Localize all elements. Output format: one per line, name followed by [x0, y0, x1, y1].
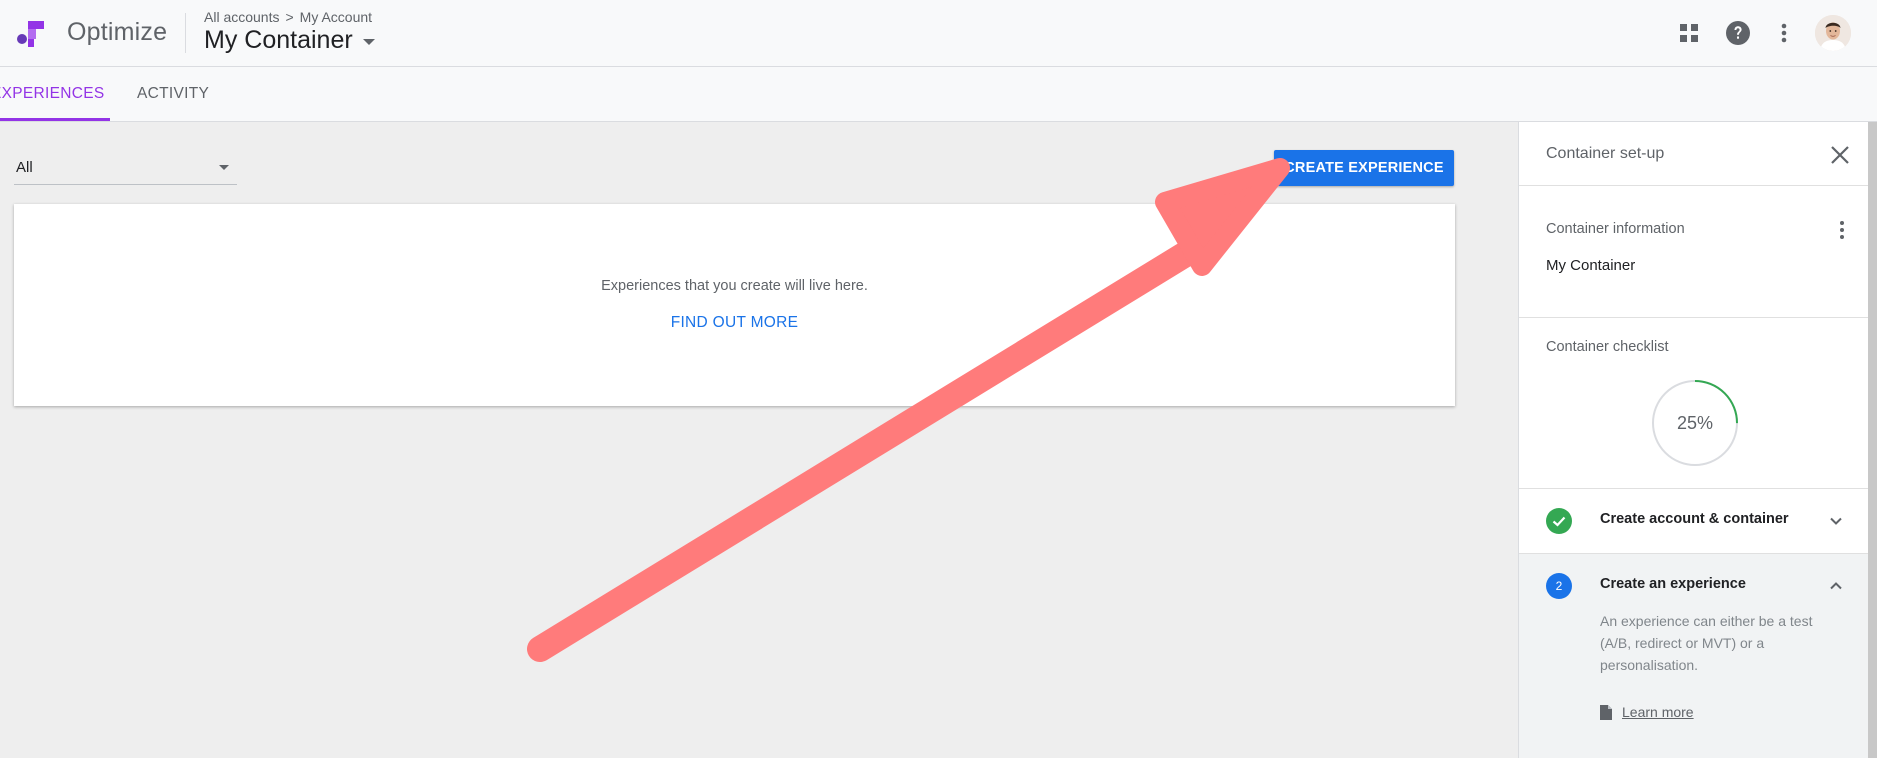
experience-filter-select[interactable]: All — [14, 152, 237, 185]
container-setup-panel: Container set-up Container information M… — [1518, 122, 1868, 758]
panel-title: Container set-up — [1546, 145, 1665, 162]
document-icon — [1600, 704, 1612, 720]
caret-down-icon — [362, 39, 375, 45]
help-icon[interactable] — [1723, 18, 1753, 48]
checklist-progress-text: 25% — [1676, 412, 1714, 433]
tab-activity[interactable]: ACTIVITY — [137, 67, 209, 121]
container-checklist-label: Container checklist — [1546, 339, 1669, 355]
app-header: Optimize All accounts > My Account My Co… — [0, 0, 1877, 67]
filter-value: All — [16, 159, 33, 176]
check-circle-icon — [1546, 508, 1572, 534]
more-vert-icon[interactable] — [1769, 18, 1799, 48]
tab-bar: EXPERIENCES ACTIVITY — [0, 67, 1877, 122]
container-selector[interactable]: My Container — [204, 26, 375, 55]
breadcrumb: All accounts > My Account — [204, 9, 372, 25]
chevron-down-icon[interactable] — [1828, 513, 1844, 529]
container-name: My Container — [204, 26, 353, 54]
experiences-empty-card: Experiences that you create will live he… — [14, 204, 1455, 406]
find-out-more-link[interactable]: FIND OUT MORE — [14, 314, 1455, 332]
checklist-progress-ring: 25% — [1651, 379, 1739, 467]
chevron-up-icon[interactable] — [1828, 578, 1844, 594]
tab-experiences[interactable]: EXPERIENCES — [0, 67, 105, 121]
panel-divider — [1519, 185, 1868, 186]
learn-more-link[interactable]: Learn more — [1600, 704, 1694, 720]
step-create-account[interactable]: Create account & container — [1519, 489, 1868, 553]
panel-scrollbar[interactable] — [1868, 122, 1877, 758]
optimize-logo-icon[interactable] — [14, 17, 48, 51]
breadcrumb-all-accounts[interactable]: All accounts — [204, 9, 279, 25]
step-description: An experience can either be a test (A/B,… — [1600, 613, 1813, 673]
apps-grid-icon[interactable] — [1674, 18, 1704, 48]
close-icon[interactable] — [1829, 144, 1851, 166]
header-divider — [185, 13, 186, 53]
step-label: Create an experience — [1600, 576, 1746, 592]
learn-more-label: Learn more — [1622, 704, 1694, 720]
breadcrumb-account[interactable]: My Account — [300, 9, 372, 25]
step-label: Create account & container — [1600, 511, 1789, 527]
step-number-badge: 2 — [1546, 573, 1572, 599]
user-avatar[interactable] — [1815, 15, 1851, 51]
panel-divider — [1519, 317, 1868, 318]
container-info-value: My Container — [1546, 257, 1636, 274]
caret-down-icon — [219, 165, 229, 170]
breadcrumb-separator: > — [285, 9, 294, 25]
empty-state-message: Experiences that you create will live he… — [601, 278, 868, 294]
create-experience-button[interactable]: CREATE EXPERIENCE — [1274, 150, 1454, 186]
container-info-label: Container information — [1546, 221, 1685, 237]
app-name: Optimize — [67, 18, 168, 46]
more-vert-icon[interactable] — [1839, 220, 1845, 240]
active-tab-indicator — [0, 118, 110, 121]
